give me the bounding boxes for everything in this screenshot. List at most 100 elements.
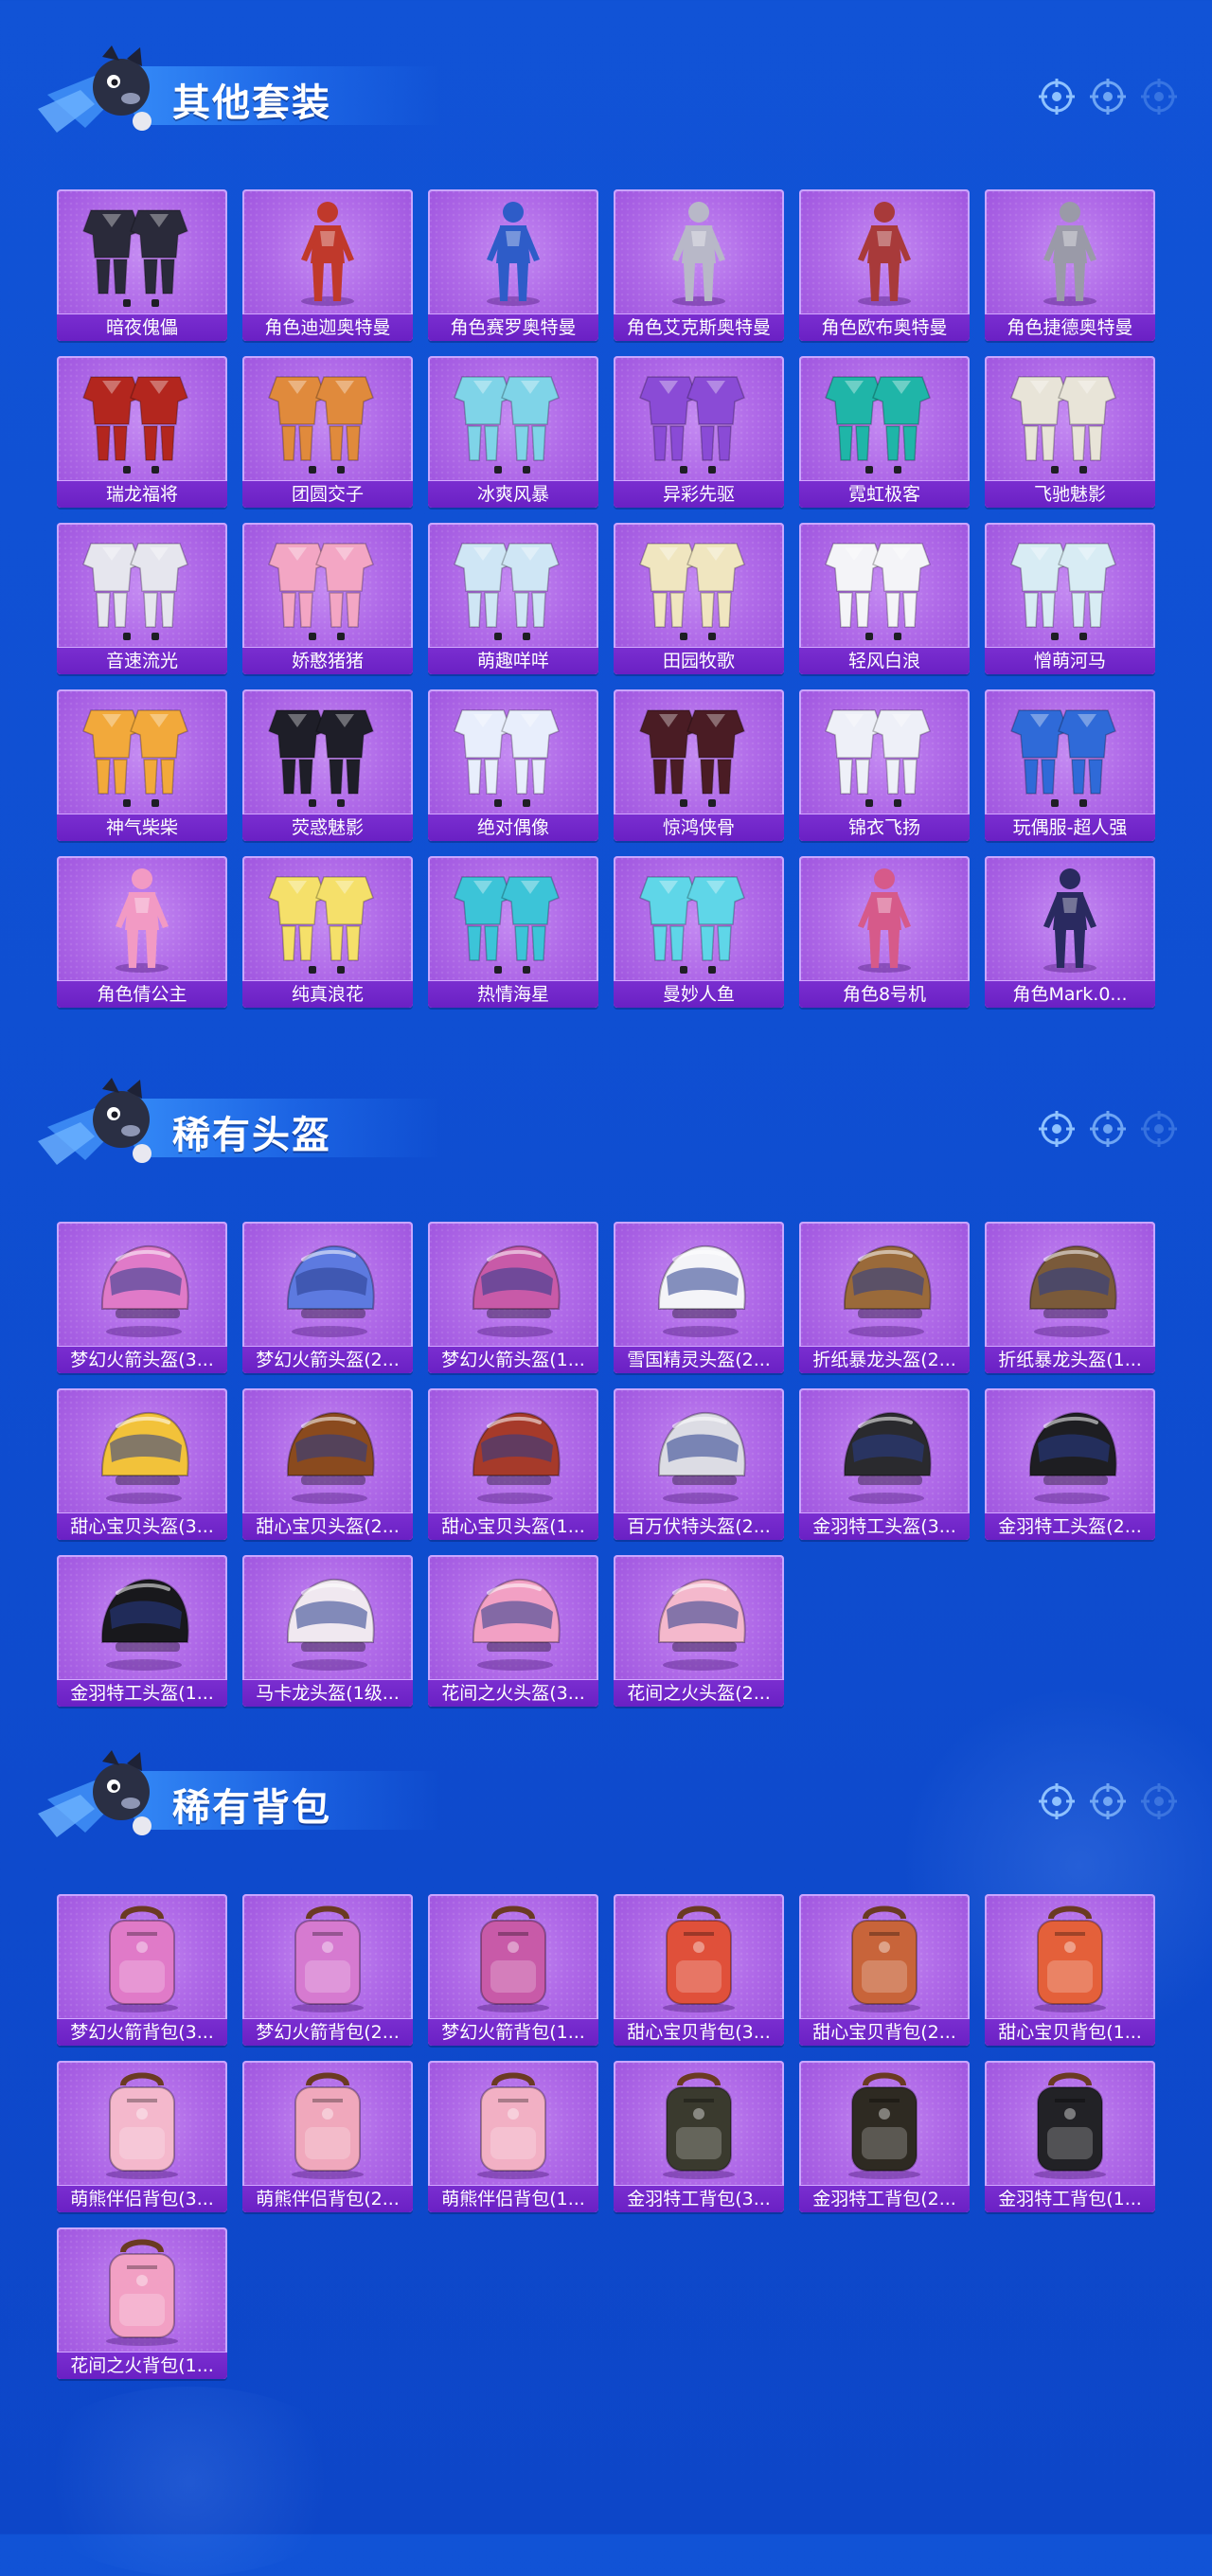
helmet-card[interactable]: 折纸暴龙头盔(1... [985,1222,1155,1373]
mascot [28,1743,170,1856]
backpack-card[interactable]: 金羽特工背包(1... [985,2061,1155,2212]
crosshair-icon [1141,1783,1177,1819]
outfit-card[interactable]: 神气柴柴 [57,689,227,841]
outfit-card[interactable]: 角色艾克斯奥特曼 [614,189,784,341]
outfit-card[interactable]: 绝对偶像 [428,689,598,841]
outfit-card[interactable]: 娇憨猪猪 [242,523,413,674]
item-image [242,523,413,648]
crosshair-icon [1141,1111,1177,1147]
outfit-icon [1010,376,1116,474]
item-label: 甜心宝贝背包(1... [998,2022,1142,2043]
helmet-card[interactable]: 金羽特工头盔(3... [799,1388,970,1540]
item-label: 飞驰魅影 [1033,484,1106,505]
item-label: 冰爽风暴 [476,484,549,505]
item-image [57,523,227,648]
crosshair-decoration [1038,78,1178,116]
helmet-card[interactable]: 甜心宝贝头盔(1... [428,1388,598,1540]
item-label: 荧惑魅影 [291,817,364,838]
backpack-card[interactable]: 甜心宝贝背包(2... [799,1894,970,2046]
item-label: 神气柴柴 [105,817,178,838]
item-label: 角色艾克斯奥特曼 [626,317,771,338]
outfit-card[interactable]: 曼妙人鱼 [614,856,784,1008]
helmet-card[interactable]: 雪国精灵头盔(2... [614,1222,784,1373]
helmet-icon [843,1244,932,1337]
outfit-icon [454,543,560,640]
item-label: 锦衣飞扬 [847,817,920,838]
outfit-card[interactable]: 飞驰魅影 [985,356,1155,508]
item-grid: 梦幻火箭背包(3... 梦幻火箭背包(2... 梦幻火箭背包(1... 甜心宝贝背包(… [57,1894,1155,2379]
outfit-card[interactable]: 音速流光 [57,523,227,674]
outfit-card[interactable]: 角色迪迦奥特曼 [242,189,413,341]
item-label: 折纸暴龙头盔(1... [998,1350,1142,1370]
item-label: 轻风白浪 [847,651,920,671]
outfit-card[interactable]: 轻风白浪 [799,523,970,674]
item-image [799,1894,970,2019]
helmet-card[interactable]: 金羽特工头盔(1... [57,1555,227,1707]
outfit-card[interactable]: 玩偶服-超人强 [985,689,1155,841]
item-label: 甜心宝贝背包(2... [812,2022,956,2043]
outfit-card[interactable]: 田园牧歌 [614,523,784,674]
outfit-icon [82,543,188,640]
outfit-card[interactable]: 瑞龙福将 [57,356,227,508]
outfit-card[interactable]: 异彩先驱 [614,356,784,508]
backpack-card[interactable]: 金羽特工背包(2... [799,2061,970,2212]
item-grid: 暗夜傀儡 角色迪迦奥特曼 角色赛罗奥特曼 角色艾克斯奥特曼 角色欧布奥特曼 角色捷德奥特曼… [57,189,1155,1008]
backpack-card[interactable]: 甜心宝贝背包(3... [614,1894,784,2046]
hero-figure-icon [1043,868,1096,973]
helmet-card[interactable]: 花间之火头盔(2... [614,1555,784,1707]
item-label: 角色捷德奥特曼 [1007,317,1133,338]
outfit-card[interactable]: 冰爽风暴 [428,356,598,508]
item-image [799,2061,970,2186]
crosshair-decoration [1038,1782,1178,1820]
item-label: 甜心宝贝头盔(1... [441,1516,585,1537]
outfit-icon [1010,709,1116,807]
outfit-card[interactable]: 霓虹极客 [799,356,970,508]
helmet-card[interactable]: 梦幻火箭头盔(1... [428,1222,598,1373]
outfit-card[interactable]: 角色捷德奥特曼 [985,189,1155,341]
backpack-card[interactable]: 梦幻火箭背包(2... [242,1894,413,2046]
helmet-card[interactable]: 马卡龙头盔(1级... [242,1555,413,1707]
outfit-card[interactable]: 团圆交子 [242,356,413,508]
item-image [614,1555,784,1680]
outfit-icon [639,876,745,974]
item-label: 绝对偶像 [476,817,549,838]
item-image [428,1555,598,1680]
helmet-card[interactable]: 花间之火头盔(3... [428,1555,598,1707]
backpack-card[interactable]: 萌熊伴侣背包(1... [428,2061,598,2212]
backpack-card[interactable]: 花间之火背包(1... [57,2227,227,2379]
outfit-card[interactable]: 角色倩公主 [57,856,227,1008]
helmet-card[interactable]: 百万伏特头盔(2... [614,1388,784,1540]
outfit-card[interactable]: 暗夜傀儡 [57,189,227,341]
mascot-icon [38,1078,152,1165]
item-image [57,189,227,314]
item-label: 甜心宝贝背包(3... [627,2022,771,2043]
backpack-card[interactable]: 梦幻火箭背包(3... [57,1894,227,2046]
backpack-card[interactable]: 萌熊伴侣背包(2... [242,2061,413,2212]
helmet-card[interactable]: 梦幻火箭头盔(2... [242,1222,413,1373]
outfit-card[interactable]: 角色8号机 [799,856,970,1008]
helmet-card[interactable]: 甜心宝贝头盔(2... [242,1388,413,1540]
backpack-icon [848,1905,920,2012]
backpack-card[interactable]: 萌熊伴侣背包(3... [57,2061,227,2212]
outfit-card[interactable]: 惊鸿侠骨 [614,689,784,841]
backpack-card[interactable]: 梦幻火箭背包(1... [428,1894,598,2046]
helmet-card[interactable]: 甜心宝贝头盔(3... [57,1388,227,1540]
item-label: 热情海星 [476,984,549,1005]
backpack-card[interactable]: 金羽特工背包(3... [614,2061,784,2212]
outfit-card[interactable]: 锦衣飞扬 [799,689,970,841]
outfit-card[interactable]: 纯真浪花 [242,856,413,1008]
mascot [28,38,170,152]
helmet-card[interactable]: 梦幻火箭头盔(3... [57,1222,227,1373]
item-image [614,2061,784,2186]
helmet-card[interactable]: 金羽特工头盔(2... [985,1388,1155,1540]
item-image [985,1894,1155,2019]
outfit-card[interactable]: 角色Mark.0... [985,856,1155,1008]
helmet-card[interactable]: 折纸暴龙头盔(2... [799,1222,970,1373]
backpack-card[interactable]: 甜心宝贝背包(1... [985,1894,1155,2046]
outfit-card[interactable]: 萌趣咩咩 [428,523,598,674]
outfit-card[interactable]: 憎萌河马 [985,523,1155,674]
outfit-card[interactable]: 角色赛罗奥特曼 [428,189,598,341]
outfit-card[interactable]: 角色欧布奥特曼 [799,189,970,341]
outfit-card[interactable]: 热情海星 [428,856,598,1008]
outfit-card[interactable]: 荧惑魅影 [242,689,413,841]
